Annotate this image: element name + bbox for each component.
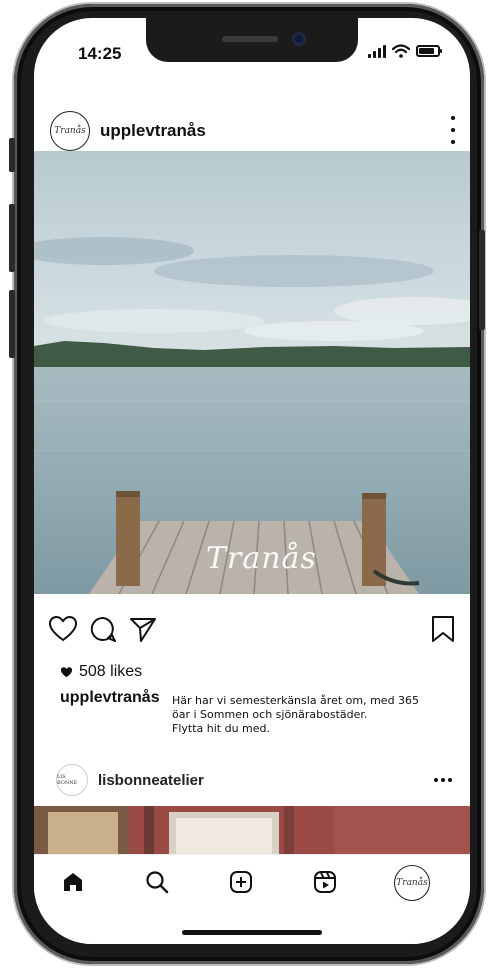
next-post-username[interactable]: lisbonneatelier bbox=[98, 772, 204, 789]
post-author-avatar[interactable]: Tranås bbox=[50, 111, 90, 151]
new-post-icon bbox=[230, 871, 252, 893]
caption-username[interactable]: upplevtranås bbox=[60, 689, 160, 707]
tab-home[interactable] bbox=[58, 867, 88, 897]
post-photo[interactable]: Tranås bbox=[34, 151, 470, 594]
volume-up-button bbox=[9, 204, 15, 272]
phone-screen: 14:25 Tranås upplevtranås Tranås 508 lik… bbox=[34, 18, 470, 944]
post-actions bbox=[34, 614, 470, 644]
front-camera bbox=[292, 32, 306, 46]
status-time: 14:25 bbox=[78, 44, 122, 63]
share-send-icon[interactable] bbox=[128, 614, 158, 644]
tab-new-post[interactable] bbox=[226, 867, 256, 897]
lake-dock-image bbox=[34, 151, 470, 594]
caption-line: öar i Sommen och sjönärabostäder. bbox=[172, 708, 368, 721]
caption-text: Här har vi semesterkänsla året om, med 3… bbox=[172, 694, 462, 736]
search-icon bbox=[146, 871, 169, 894]
tab-reels[interactable] bbox=[310, 867, 340, 897]
battery-level bbox=[419, 48, 435, 54]
likes-count[interactable]: 508 likes bbox=[60, 663, 142, 681]
likes-heart-icon bbox=[60, 667, 73, 678]
caption-line: Flytta hit du med. bbox=[172, 722, 271, 735]
next-post-avatar[interactable]: LIS BONNE bbox=[56, 764, 88, 796]
tranas-watermark: Tranås bbox=[206, 541, 317, 576]
post-author-username[interactable]: upplevtranås bbox=[100, 121, 206, 141]
next-post-header: LIS BONNE lisbonneatelier bbox=[34, 764, 470, 798]
likes-text: 508 likes bbox=[79, 663, 143, 680]
save-bookmark-icon[interactable] bbox=[428, 614, 458, 644]
earpiece-speaker bbox=[222, 36, 278, 42]
next-post-photo[interactable] bbox=[34, 806, 470, 854]
home-icon bbox=[64, 873, 82, 891]
status-icons bbox=[368, 44, 442, 58]
reels-icon bbox=[314, 871, 336, 893]
tab-search[interactable] bbox=[142, 867, 172, 897]
home-indicator bbox=[182, 930, 322, 935]
like-heart-icon[interactable] bbox=[48, 614, 78, 644]
atelier-room-image bbox=[34, 806, 470, 854]
caption-line: Här har vi semesterkänsla året om, med 3… bbox=[172, 694, 420, 707]
comment-icon[interactable] bbox=[88, 614, 118, 644]
silent-switch bbox=[9, 138, 15, 172]
power-button bbox=[479, 230, 485, 330]
battery-icon bbox=[416, 45, 442, 57]
volume-down-button bbox=[9, 290, 15, 358]
next-post-more-icon[interactable] bbox=[434, 778, 452, 782]
cellular-signal-icon bbox=[368, 44, 386, 58]
notch bbox=[146, 18, 358, 62]
tab-profile-avatar[interactable]: Tranås bbox=[394, 865, 430, 901]
post-header: Tranås upplevtranås bbox=[34, 110, 470, 151]
wifi-icon bbox=[392, 44, 410, 58]
more-options-icon[interactable] bbox=[448, 116, 458, 144]
